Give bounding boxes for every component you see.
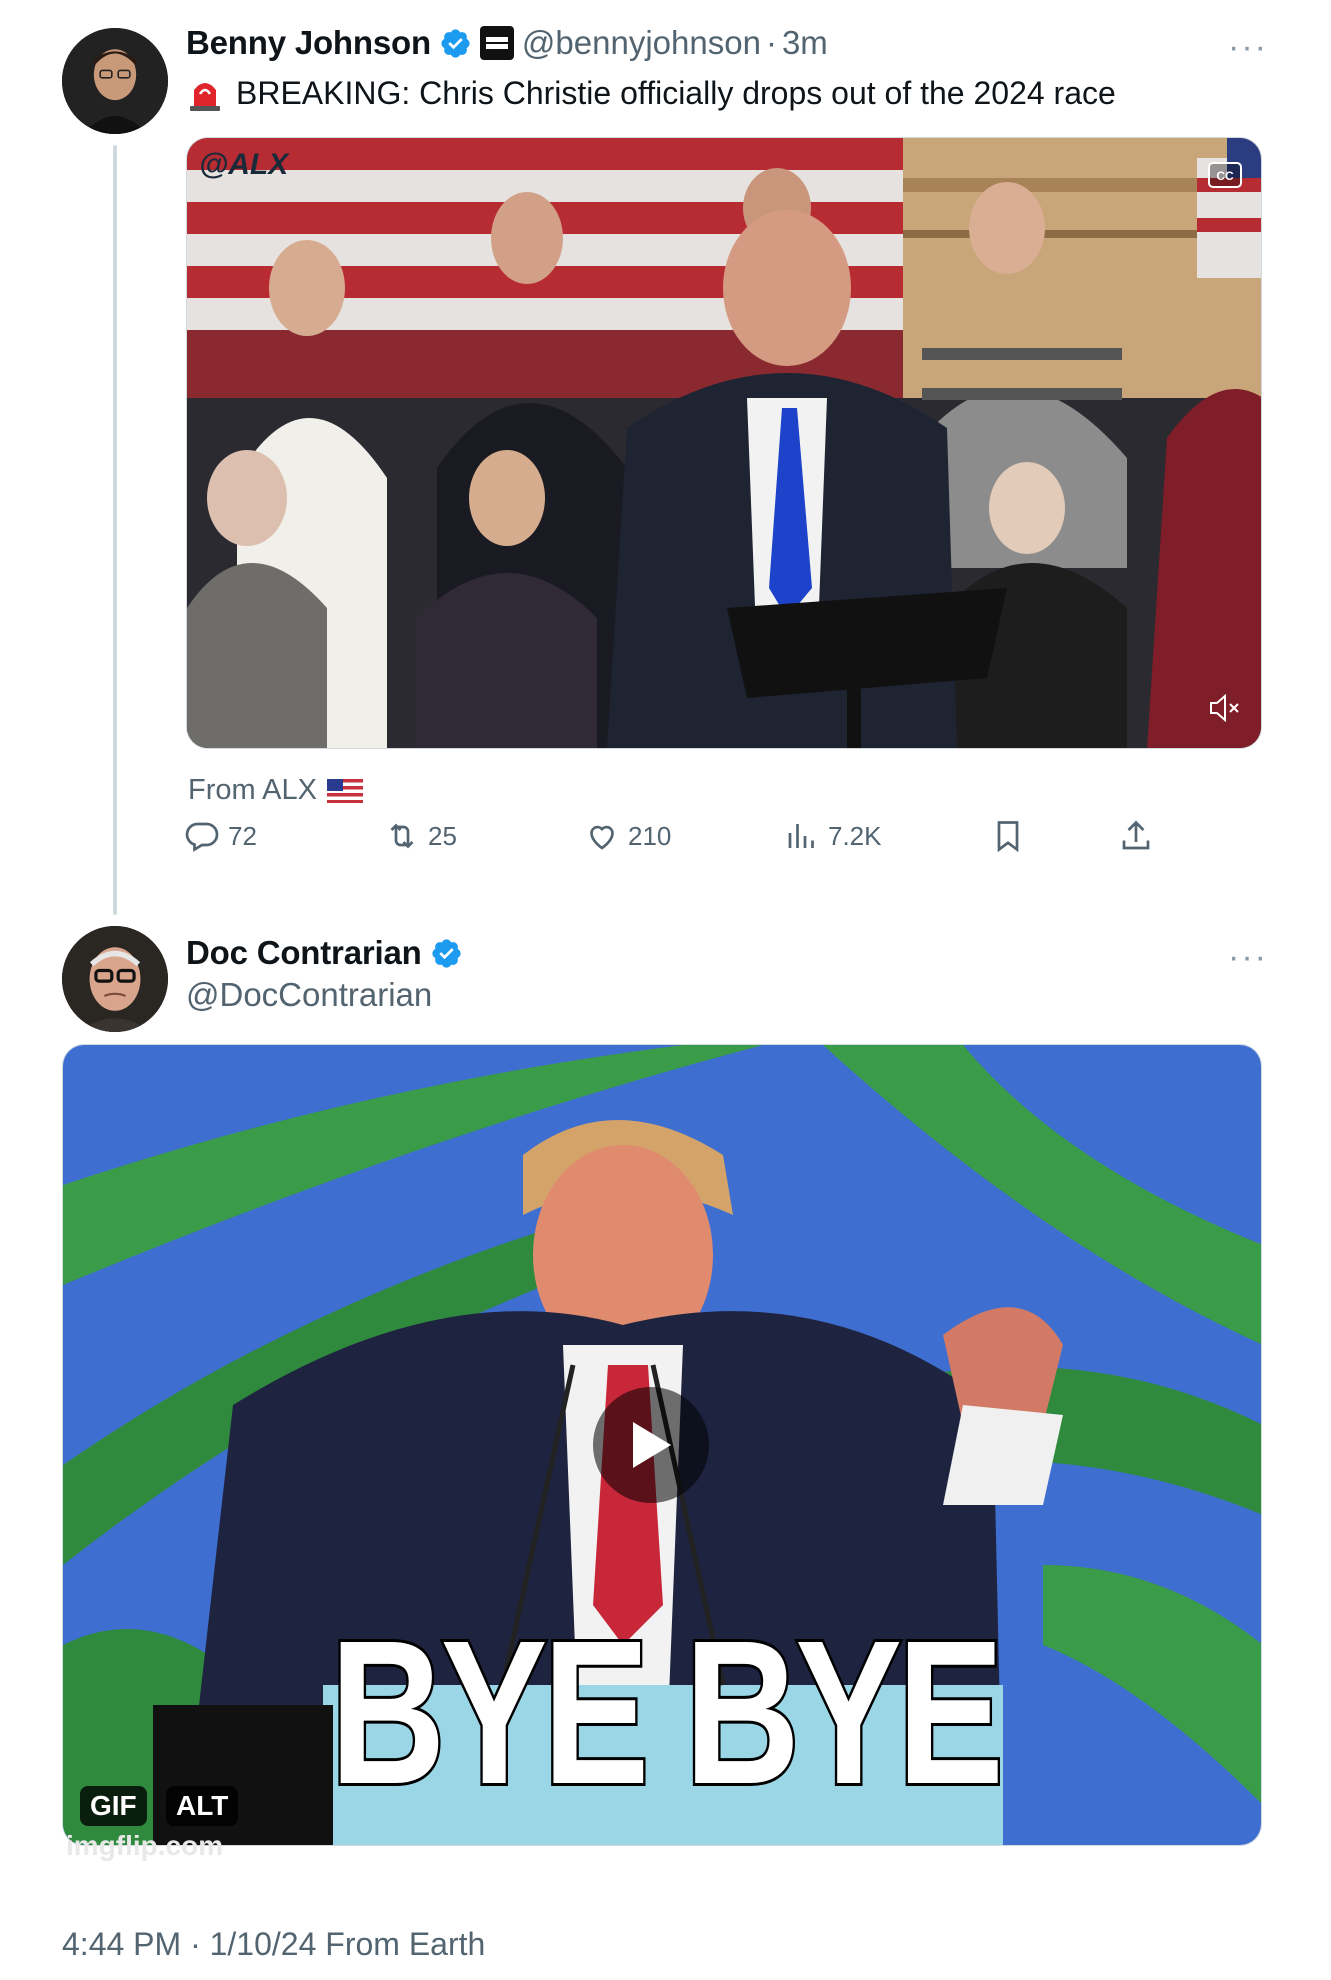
reply-button[interactable]: 72 [184,818,257,854]
video-thumbnail [187,138,1261,748]
bookmark-button[interactable] [990,818,1034,854]
reply-count: 72 [228,820,257,851]
alt-text-button[interactable]: ALT [166,1786,239,1826]
tweet1-header: Benny Johnson @bennyjohnson · 3m [186,24,828,62]
affiliate-badge-icon[interactable] [479,26,514,60]
display-name[interactable]: Benny Johnson [186,24,431,62]
video-player[interactable]: @ALX CC [186,137,1262,749]
bookmark-icon [997,821,1019,853]
reply-icon [185,822,219,852]
gif-caption-text: BYE BYE [328,1598,1007,1827]
handle[interactable]: @bennyjohnson [522,24,761,62]
avatar-benny-johnson[interactable] [62,28,168,134]
thread-connector-line [113,145,117,915]
tweet2-header: Doc Contrarian [186,934,463,972]
more-options-icon[interactable]: ··· [1228,940,1268,974]
tweet-actions: 72 25 210 7.2K [184,818,1184,868]
media-source[interactable]: From ALX [188,774,363,807]
like-count: 210 [628,820,672,851]
like-icon [590,825,614,850]
share-button[interactable] [1118,818,1162,854]
views-button[interactable]: 7.2K [784,818,882,854]
display-name[interactable]: Doc Contrarian [186,934,422,972]
verified-icon[interactable] [430,937,463,970]
more-options-icon[interactable]: ··· [1228,30,1268,64]
views-count: 7.2K [828,820,882,851]
repost-button[interactable]: 25 [384,818,457,854]
captions-icon[interactable]: CC [1207,160,1243,190]
play-icon [633,1422,671,1468]
tweet-text-content: BREAKING: Chris Christie officially drop… [236,74,1116,111]
svg-text:CC: CC [1216,169,1234,183]
separator-dot: · [765,24,777,61]
siren-icon [190,83,220,111]
avatar-doc-contrarian[interactable] [62,926,168,1032]
media-source-label[interactable]: From ALX [188,774,317,807]
tweet-timestamp[interactable]: 4:44 PM · 1/10/24 From Earth [62,1926,485,1963]
play-button[interactable] [593,1387,709,1503]
gif-badge: GIF [80,1786,147,1826]
mute-icon[interactable] [1207,692,1243,724]
repost-count: 25 [428,820,457,851]
flag-icon [326,778,363,803]
verified-icon[interactable] [439,27,472,60]
views-icon [788,824,814,848]
tweet-text: BREAKING: Chris Christie officially drop… [188,74,1116,112]
like-button[interactable]: 210 [584,818,671,854]
repost-icon [390,823,414,849]
gif-site-watermark: imgflip.com [66,1830,224,1861]
relative-time[interactable]: 3m [782,24,828,62]
video-watermark: @ALX [199,148,289,181]
handle[interactable]: @DocContrarian [186,976,432,1014]
share-icon [1122,820,1150,850]
